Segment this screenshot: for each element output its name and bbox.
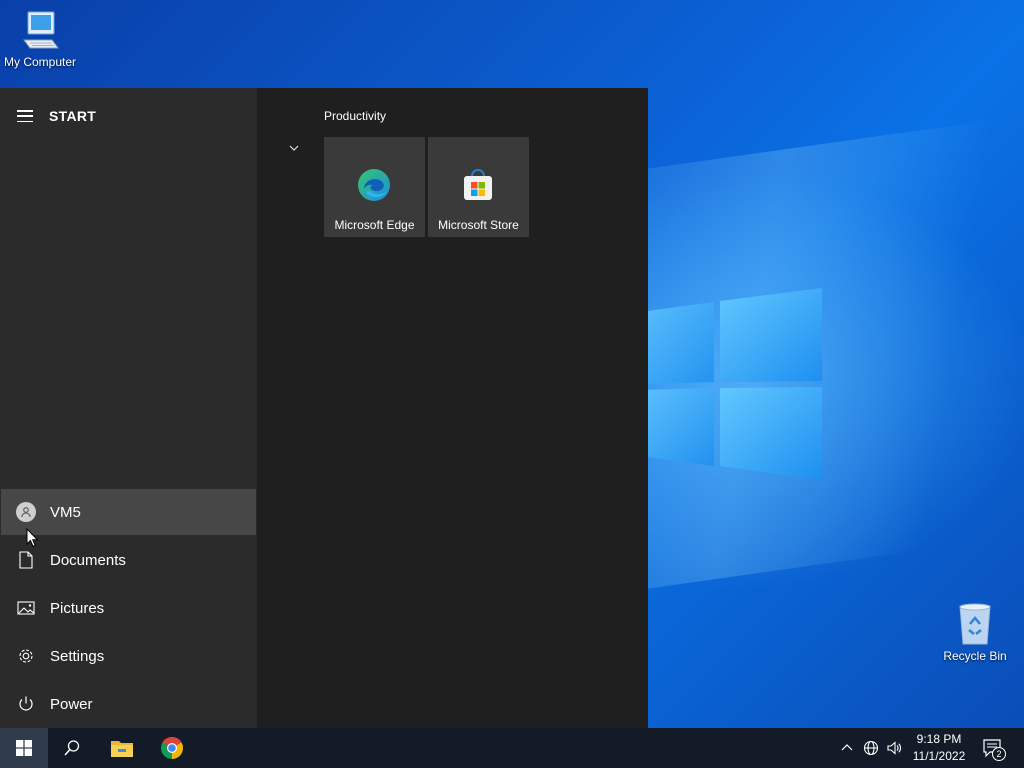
sidebar-item-label: Power — [50, 695, 93, 713]
taskbar-clock[interactable]: 9:18 PM 11/1/2022 — [904, 731, 974, 765]
desktop-icon-my-computer[interactable]: My Computer — [2, 10, 78, 69]
start-menu: START VM5 Documents Pictures Settings Po… — [0, 88, 648, 728]
file-explorer-icon — [111, 741, 133, 757]
user-icon — [16, 502, 36, 522]
sidebar-item-label: VM5 — [50, 503, 81, 521]
document-icon — [19, 551, 33, 569]
network-icon[interactable] — [861, 738, 881, 758]
volume-icon[interactable] — [884, 738, 904, 758]
gear-icon — [19, 649, 33, 663]
action-center-button[interactable]: 2 — [980, 736, 1006, 761]
taskbar: 9:18 PM 11/1/2022 2 — [0, 728, 1024, 768]
start-button[interactable] — [0, 728, 48, 768]
taskbar-search-button[interactable] — [48, 728, 96, 768]
tile-microsoft-store[interactable]: Microsoft Store — [428, 137, 529, 237]
chevron-down-icon[interactable] — [286, 140, 302, 156]
computer-icon — [23, 11, 59, 49]
sidebar-item-settings[interactable]: Settings — [1, 633, 256, 679]
sidebar-item-label: Documents — [50, 551, 126, 569]
notification-badge: 2 — [992, 747, 1006, 761]
power-icon — [19, 696, 33, 711]
recycle-bin-icon — [959, 603, 991, 645]
desktop-icon-label: My Computer — [3, 55, 77, 69]
taskbar-file-explorer[interactable] — [98, 728, 146, 768]
clock-time: 9:18 PM — [916, 732, 962, 746]
tray-chevron-up-icon[interactable] — [837, 738, 857, 758]
tile-group-title: Productivity — [324, 109, 387, 123]
search-icon — [64, 740, 80, 756]
sidebar-item-pictures[interactable]: Pictures — [1, 585, 256, 631]
tile-label: Microsoft Store — [438, 218, 519, 232]
sidebar-item-power[interactable]: Power — [1, 681, 256, 727]
sidebar-item-account[interactable]: VM5 — [1, 489, 256, 535]
hamburger-menu-icon[interactable] — [17, 110, 33, 122]
start-title: START — [49, 108, 97, 124]
chrome-icon — [161, 737, 183, 759]
sidebar-item-documents[interactable]: Documents — [1, 537, 256, 583]
store-icon — [464, 169, 492, 200]
edge-icon — [358, 169, 390, 201]
desktop-icon-recycle-bin[interactable]: Recycle Bin — [940, 602, 1010, 663]
tile-label: Microsoft Edge — [334, 218, 415, 232]
clock-date: 11/1/2022 — [912, 749, 966, 763]
sidebar-item-label: Pictures — [50, 599, 105, 617]
start-sidebar: START VM5 Documents Pictures Settings Po… — [0, 88, 257, 728]
windows-wallpaper-logo — [640, 288, 822, 480]
pictures-icon — [17, 601, 35, 615]
mouse-cursor-icon — [26, 528, 39, 548]
taskbar-chrome[interactable] — [148, 728, 196, 768]
sidebar-item-label: Settings — [50, 647, 105, 665]
windows-logo-icon — [16, 740, 32, 756]
tile-microsoft-edge[interactable]: Microsoft Edge — [324, 137, 425, 237]
desktop-icon-label: Recycle Bin — [943, 649, 1007, 663]
start-header: START — [0, 104, 96, 128]
